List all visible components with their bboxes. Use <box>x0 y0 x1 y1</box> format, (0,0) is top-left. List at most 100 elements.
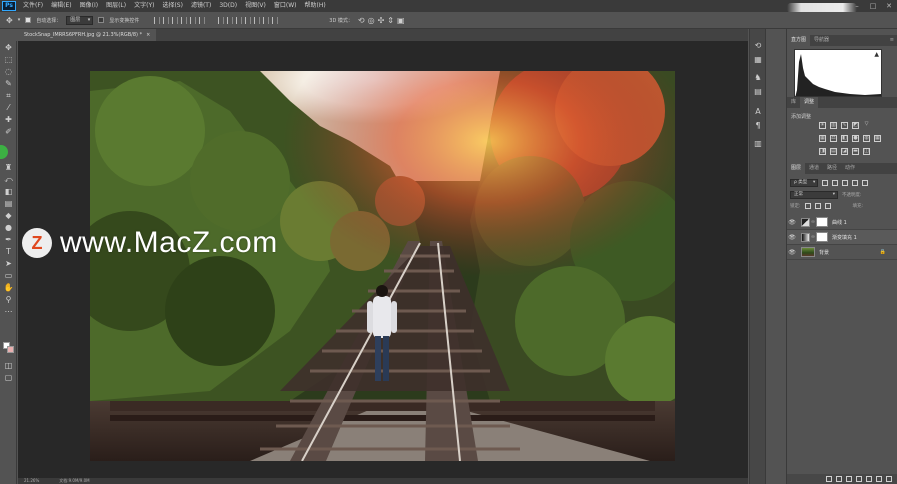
move-tool-icon[interactable]: ✥ <box>6 16 13 25</box>
layer-name[interactable]: 背景 <box>819 249 829 256</box>
chevron-down-icon[interactable]: ▾ <box>18 17 21 23</box>
auto-align-icon[interactable] <box>272 16 279 24</box>
tab-actions[interactable]: 动作 <box>841 163 859 174</box>
more-tools-icon[interactable]: ⋯ <box>3 307 14 317</box>
layer-kind-dropdown[interactable]: ρ 类型 <box>790 179 819 187</box>
align-vcenter-icon[interactable] <box>163 16 170 24</box>
filter-adjustment-icon[interactable] <box>832 180 839 186</box>
tab-paths[interactable]: 路径 <box>823 163 841 174</box>
pen-tool-icon[interactable]: ✒ <box>3 235 14 245</box>
selective-color-icon[interactable]: ◫ <box>863 148 870 155</box>
warning-icon[interactable]: ▲ <box>874 51 879 58</box>
panel-menu-icon[interactable]: ≡ <box>890 37 894 43</box>
menu-file[interactable]: 文件(F) <box>19 0 47 12</box>
canvas-area[interactable]: Z www.MacZ.com <box>18 41 748 478</box>
distribute-bottom-icon[interactable] <box>236 16 243 24</box>
align-top-icon[interactable] <box>154 16 161 24</box>
invert-icon[interactable]: ◨ <box>819 148 826 155</box>
exposure-icon[interactable]: ◩ <box>852 122 859 129</box>
new-adjustment-icon[interactable] <box>856 476 862 482</box>
close-icon[interactable]: ✕ <box>885 2 893 10</box>
threshold-icon[interactable]: ◪ <box>841 148 848 155</box>
filter-pixel-icon[interactable] <box>822 180 829 186</box>
new-layer-icon[interactable] <box>876 476 882 482</box>
curves-icon[interactable]: ∿ <box>841 122 848 129</box>
auto-select-checkbox[interactable] <box>25 17 32 23</box>
add-mask-icon[interactable] <box>846 476 852 482</box>
link-layers-icon[interactable] <box>826 476 832 482</box>
3d-rotate-icon[interactable]: ⟲ <box>358 16 365 25</box>
layer-background[interactable]: 👁 背景 🔒 <box>787 245 897 260</box>
show-transform-checkbox[interactable] <box>98 17 105 23</box>
document-image[interactable] <box>90 71 675 461</box>
menu-select[interactable]: 选择(S) <box>158 0 187 12</box>
3d-slide-icon[interactable]: ⇕ <box>387 16 394 25</box>
levels-icon[interactable]: ▥ <box>830 122 837 129</box>
distribute-right-icon[interactable] <box>263 16 270 24</box>
filter-type-icon[interactable] <box>842 180 849 186</box>
healing-brush-tool-icon[interactable]: ✚ <box>3 115 14 125</box>
delete-layer-icon[interactable] <box>886 476 892 482</box>
zoom-tool-icon[interactable]: ⚲ <box>3 295 14 305</box>
eyedropper-tool-icon[interactable]: ⁄ <box>3 103 14 113</box>
tab-histogram[interactable]: 直方图 <box>787 35 811 46</box>
layer-mask-thumb[interactable] <box>816 217 828 227</box>
brush-presets-icon[interactable]: ♞ <box>753 73 763 82</box>
dodge-tool-icon[interactable]: ● <box>3 223 14 233</box>
distribute-top-icon[interactable] <box>218 16 225 24</box>
menu-window[interactable]: 窗口(W) <box>270 0 301 12</box>
tab-channels[interactable]: 通道 <box>805 163 823 174</box>
tab-adjustments[interactable]: 调整 <box>800 97 819 108</box>
eye-icon[interactable]: 👁 <box>787 249 797 256</box>
menu-image[interactable]: 图像(I) <box>76 0 102 12</box>
marquee-tool-icon[interactable]: ⬚ <box>3 55 14 65</box>
background-color-swatch[interactable] <box>7 346 14 353</box>
menu-edit[interactable]: 编辑(E) <box>47 0 75 12</box>
eye-icon[interactable]: 👁 <box>787 219 797 226</box>
properties-icon[interactable]: ▥ <box>753 139 763 148</box>
shape-tool-icon[interactable]: ▭ <box>3 271 14 281</box>
gradient-map-icon[interactable]: ▬ <box>852 148 859 155</box>
align-hcenter-icon[interactable] <box>190 16 197 24</box>
color-balance-icon[interactable]: ⚖ <box>830 135 837 142</box>
menu-help[interactable]: 帮助(H) <box>301 0 330 12</box>
screen-mode-icon[interactable]: ▢ <box>3 373 14 383</box>
menu-3d[interactable]: 3D(D) <box>215 0 241 12</box>
layer-name[interactable]: 渐变填充 1 <box>832 234 857 241</box>
clone-stamp-tool-icon[interactable]: ♜ <box>3 163 14 173</box>
new-group-icon[interactable] <box>866 476 872 482</box>
character-panel-icon[interactable]: A <box>753 107 763 116</box>
auto-select-dropdown[interactable]: 图层 <box>66 15 94 25</box>
layer-curves[interactable]: 👁 ∞ 曲线 1 <box>787 215 897 230</box>
lasso-tool-icon[interactable]: ◌ <box>3 67 14 77</box>
distribute-left-icon[interactable] <box>245 16 252 24</box>
minimize-icon[interactable]: – <box>853 2 861 10</box>
brightness-icon[interactable]: ☀ <box>819 122 826 129</box>
document-tab[interactable]: StockSnap_IMRRS6PFRH.jpg @ 21.3%(RGB/8) … <box>18 29 157 41</box>
lock-pixels-icon[interactable] <box>804 203 811 209</box>
move-tool-icon[interactable]: ✥ <box>3 43 14 53</box>
menu-view[interactable]: 视图(V) <box>241 0 270 12</box>
crop-tool-icon[interactable]: ⌗ <box>3 91 14 101</box>
blend-mode-dropdown[interactable]: 正常 <box>790 191 838 199</box>
path-select-tool-icon[interactable]: ➤ <box>3 259 14 269</box>
distribute-vcenter-icon[interactable] <box>227 16 234 24</box>
vibrance-icon[interactable]: ▽ <box>863 122 870 129</box>
blur-tool-icon[interactable]: ◆ <box>3 211 14 221</box>
quick-mask-icon[interactable]: ◫ <box>3 361 14 371</box>
gradient-tool-icon[interactable]: ▤ <box>3 199 14 209</box>
align-right-icon[interactable] <box>199 16 206 24</box>
color-lookup-icon[interactable]: ▦ <box>874 135 881 142</box>
tab-layers[interactable]: 图层 <box>787 163 806 174</box>
lock-all-icon[interactable] <box>824 203 831 209</box>
channel-mixer-icon[interactable]: ◍ <box>863 135 870 142</box>
quick-select-tool-icon[interactable]: ✎ <box>3 79 14 89</box>
align-bottom-icon[interactable] <box>172 16 179 24</box>
black-white-icon[interactable]: ◧ <box>841 135 848 142</box>
hand-tool-icon[interactable]: ✋ <box>3 283 14 293</box>
maximize-icon[interactable]: □ <box>869 2 877 10</box>
zoom-level[interactable]: 21.26% <box>24 478 39 484</box>
clone-source-icon[interactable]: ▤ <box>753 87 763 96</box>
hue-saturation-icon[interactable]: ▦ <box>819 135 826 142</box>
history-icon[interactable]: ⟲ <box>753 41 763 50</box>
